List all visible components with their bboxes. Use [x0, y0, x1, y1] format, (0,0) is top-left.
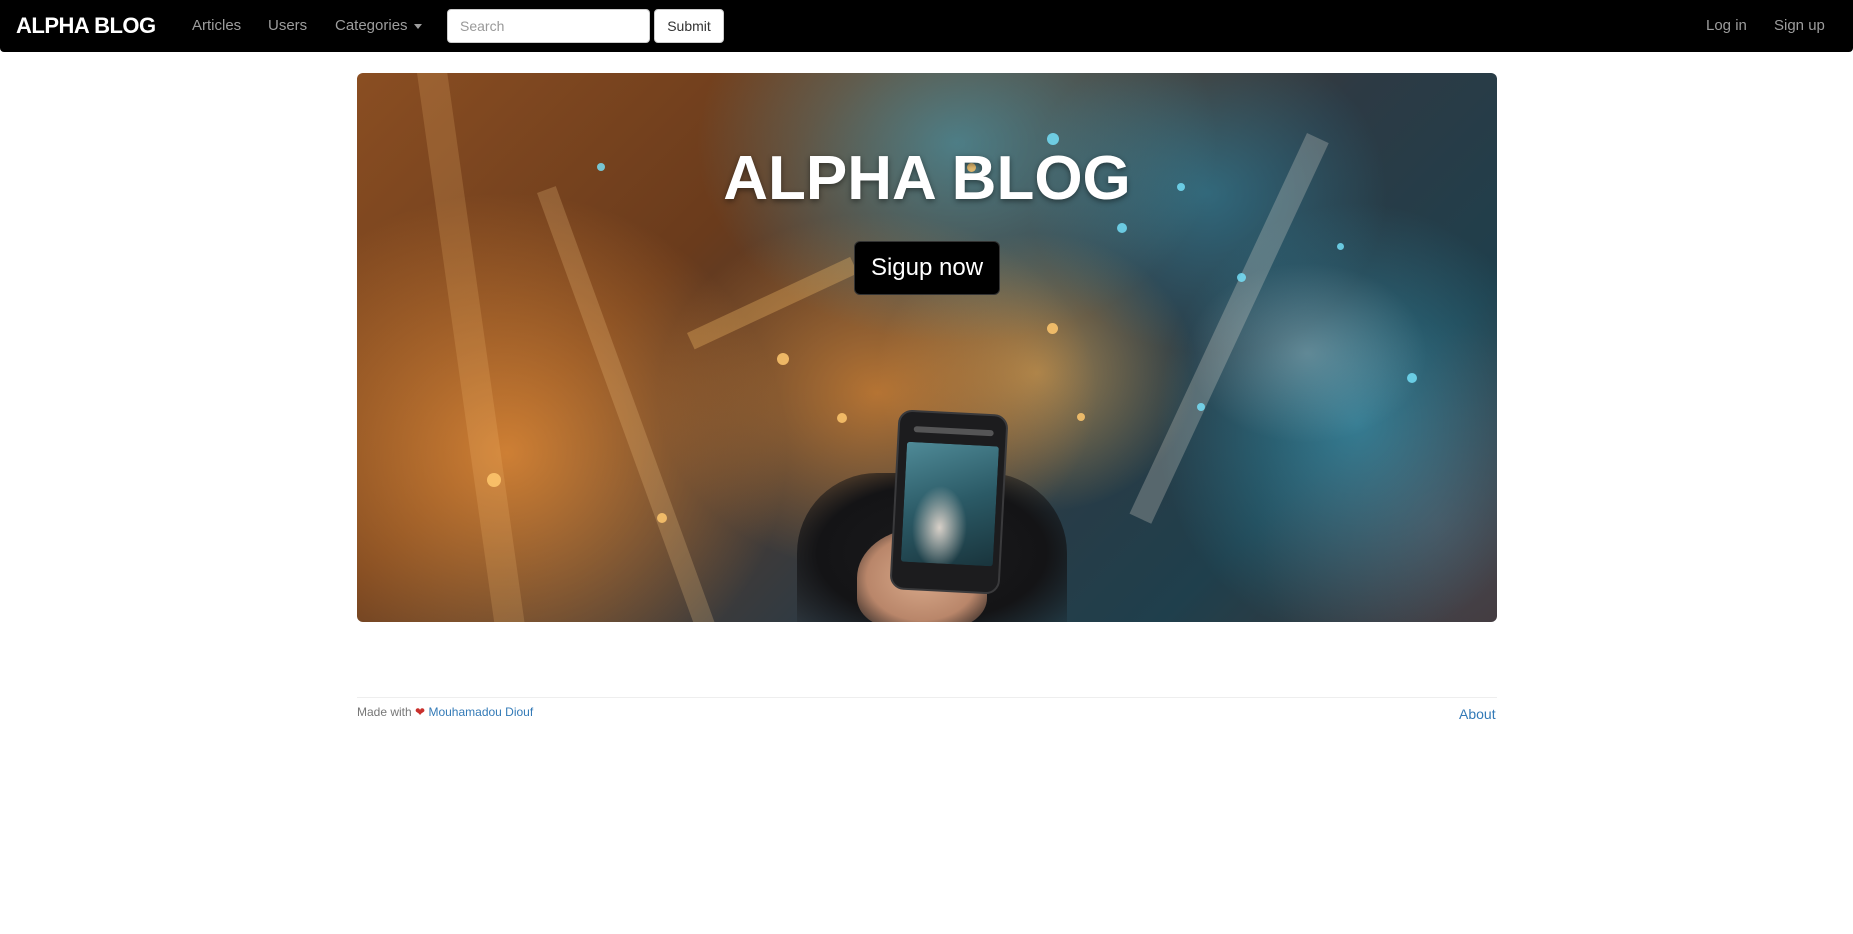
footer-divider	[357, 697, 1497, 698]
heart-icon: ❤	[415, 705, 426, 719]
smartphone	[889, 409, 1009, 595]
phone-screen	[900, 441, 999, 567]
city-light	[837, 413, 847, 423]
building-edge-streak	[537, 186, 727, 622]
signup-now-button[interactable]: Sigup now	[854, 241, 1000, 295]
made-with-text: Made with	[357, 705, 412, 719]
hero-title: ALPHA BLOG	[723, 144, 1131, 213]
about-link[interactable]: About	[1459, 705, 1496, 723]
nav-categories-dropdown[interactable]: Categories	[335, 16, 422, 36]
search-input[interactable]	[447, 9, 650, 43]
signup-link[interactable]: Sign up	[1774, 16, 1825, 36]
hero-jumbotron: ALPHA BLOG Sigup now	[357, 73, 1497, 622]
city-light	[1237, 273, 1246, 282]
nav-categories-label: Categories	[335, 17, 408, 34]
brand-link[interactable]: ALPHA BLOG	[16, 12, 156, 40]
nav-articles-link[interactable]: Articles	[192, 16, 241, 36]
city-light	[1117, 223, 1127, 233]
top-navbar: ALPHA BLOG Articles Users Categories Sub…	[0, 0, 1853, 52]
camera-toolbar	[913, 426, 994, 437]
city-light	[1407, 373, 1417, 383]
city-light	[1047, 323, 1058, 334]
city-light	[1197, 403, 1205, 411]
city-light	[777, 353, 789, 365]
city-light	[657, 513, 667, 523]
search-submit-button[interactable]: Submit	[654, 9, 724, 43]
city-light	[1337, 243, 1344, 250]
city-light	[487, 473, 501, 487]
building-edge-streak	[687, 256, 858, 350]
footer-credit: Made with ❤ Mouhamadou Diouf	[357, 704, 533, 720]
city-light	[1077, 413, 1085, 421]
caret-down-icon	[413, 23, 422, 29]
login-link[interactable]: Log in	[1706, 16, 1747, 36]
author-link[interactable]: Mouhamadou Diouf	[428, 705, 533, 719]
nav-users-link[interactable]: Users	[268, 16, 307, 36]
